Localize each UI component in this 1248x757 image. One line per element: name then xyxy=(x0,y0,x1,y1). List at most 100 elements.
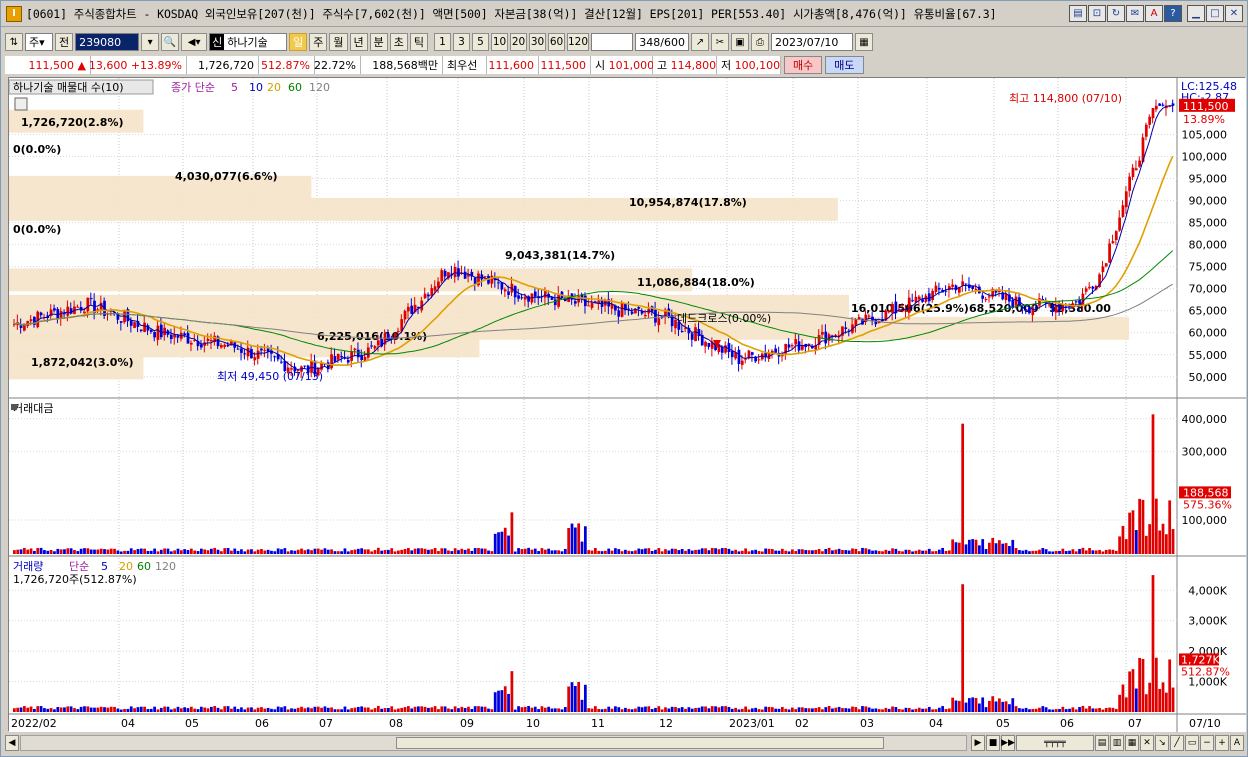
zoom-in-icon[interactable]: + xyxy=(1215,735,1229,751)
interval-custom-input[interactable] xyxy=(591,33,633,51)
close-icon[interactable]: ✕ xyxy=(1225,5,1243,22)
interval-30-button[interactable]: 30 xyxy=(529,33,546,51)
volume-bar xyxy=(480,706,484,712)
zoom-out-icon[interactable]: − xyxy=(1200,735,1214,751)
volume-bar xyxy=(841,708,844,712)
code-input[interactable]: 239080 xyxy=(75,33,140,51)
buy-button[interactable]: 매수 xyxy=(784,56,823,74)
volume-bar xyxy=(563,707,567,712)
zoom-slider[interactable]: ╤╤╤╤ xyxy=(1016,735,1094,751)
help-icon[interactable]: ? xyxy=(1164,5,1182,22)
amount-bar xyxy=(136,549,140,554)
volume-bar xyxy=(323,706,327,712)
interval-120-button[interactable]: 120 xyxy=(567,33,589,51)
compare-icon[interactable]: ▥ xyxy=(1110,735,1124,751)
chart-area[interactable]: 2022/02 04 05 06 07 08 09 10 11 12 2023/01 02 03 04 05… xyxy=(8,77,1246,732)
amount-bar xyxy=(1074,551,1078,554)
indicator-icon[interactable]: ▤ xyxy=(1095,735,1109,751)
amount-bar xyxy=(1061,548,1065,554)
amount-bar xyxy=(96,549,100,554)
volume-bar xyxy=(1054,709,1058,712)
volume-bar xyxy=(801,707,804,712)
fast-forward-icon[interactable]: ▶▶ xyxy=(1001,735,1015,751)
sell-button[interactable]: 매도 xyxy=(825,56,864,74)
period-tick-button[interactable]: 틱 xyxy=(409,33,428,51)
play-icon[interactable]: ▶ xyxy=(971,735,985,751)
line-icon[interactable]: ╱ xyxy=(1170,735,1184,751)
volume-bar xyxy=(189,706,193,712)
scroll-left-icon[interactable]: ◀ xyxy=(5,735,19,751)
save-icon[interactable]: ▣ xyxy=(731,33,749,51)
period-week-button[interactable]: 주 xyxy=(309,33,328,51)
volume-bar xyxy=(523,706,527,712)
stock-name-field[interactable]: 신 하나기술 xyxy=(209,33,288,51)
tools-icon[interactable]: ✂ xyxy=(711,33,729,51)
amount-bar xyxy=(734,549,737,554)
amount-bar xyxy=(1101,551,1105,554)
amount-bar xyxy=(1158,530,1162,554)
volume-bar xyxy=(503,686,507,712)
candle-body xyxy=(440,270,444,282)
period-year-button[interactable]: 년 xyxy=(349,33,368,51)
interval-60-button[interactable]: 60 xyxy=(548,33,565,51)
volume-bar xyxy=(807,708,811,712)
chart-type-icon[interactable]: ↗ xyxy=(691,33,709,51)
candle-body xyxy=(503,289,507,292)
link-icon[interactable]: ⊡ xyxy=(1088,5,1106,22)
volume-bar xyxy=(43,708,46,712)
chart-canvas[interactable]: 2022/02 04 05 06 07 08 09 10 11 12 2023/01 02 03 04 05… xyxy=(9,78,1246,732)
amount-bar xyxy=(246,549,250,554)
minimize-icon[interactable]: ▁ xyxy=(1187,5,1205,22)
box-icon[interactable]: ▭ xyxy=(1185,735,1199,751)
interval-1-button[interactable]: 1 xyxy=(434,33,451,51)
interval-10-button[interactable]: 10 xyxy=(491,33,508,51)
code-dropdown-icon[interactable]: ▾ xyxy=(141,33,160,51)
volume-bar xyxy=(260,707,263,712)
app-icon[interactable]: I xyxy=(6,5,22,22)
alert-icon[interactable]: ✉ xyxy=(1126,5,1144,22)
amount-bar xyxy=(764,548,768,554)
period-day-button[interactable]: 일 xyxy=(289,33,308,51)
trend-icon[interactable]: ↘ xyxy=(1155,735,1169,751)
volume-bar xyxy=(23,706,26,712)
period-minute-button[interactable]: 분 xyxy=(369,33,388,51)
volume-bar xyxy=(226,706,230,712)
stop-icon[interactable]: ■ xyxy=(986,735,1000,751)
interval-3-button[interactable]: 3 xyxy=(453,33,470,51)
refresh-icon[interactable]: ↻ xyxy=(1107,5,1125,22)
amount-bar xyxy=(500,531,504,554)
amount-bar xyxy=(1078,548,1081,554)
cross-icon[interactable]: ✕ xyxy=(1140,735,1154,751)
interval-20-button[interactable]: 20 xyxy=(510,33,527,51)
pin-icon[interactable]: ⇅ xyxy=(5,33,23,51)
speaker-icon[interactable]: ◀▾ xyxy=(181,33,208,51)
maximize-icon[interactable]: □ xyxy=(1206,5,1224,22)
scroll-thumb[interactable] xyxy=(396,737,884,749)
prev-button[interactable]: 전 xyxy=(55,33,74,51)
high-note: 최고 114,800 (07/10) xyxy=(1009,92,1122,105)
period-month-button[interactable]: 월 xyxy=(329,33,348,51)
x-tick-label: 02 xyxy=(795,717,809,730)
open-label: 시 xyxy=(595,59,606,72)
count-input[interactable]: 348/600 xyxy=(635,33,689,51)
period-second-button[interactable]: 초 xyxy=(389,33,408,51)
ma-legend-period: 60 xyxy=(288,81,302,94)
window-list-icon[interactable]: ▤ xyxy=(1069,5,1087,22)
volume-bar xyxy=(971,697,975,712)
print-icon[interactable]: ⎙ xyxy=(751,33,769,51)
volume-bar xyxy=(179,708,183,712)
type-select[interactable]: 주 ▾ xyxy=(25,33,53,51)
settings-icon[interactable]: A xyxy=(1145,5,1163,22)
search-icon[interactable]: 🔍 xyxy=(161,33,180,51)
volume-bar xyxy=(791,707,794,712)
date-input[interactable]: 2023/07/10 xyxy=(771,33,853,51)
scrollbar[interactable] xyxy=(20,735,967,751)
amount-bar xyxy=(1138,498,1142,554)
font-icon[interactable]: A xyxy=(1230,735,1244,751)
calendar-icon[interactable]: ▦ xyxy=(855,33,873,51)
candle-body xyxy=(951,284,955,287)
volume-bar xyxy=(901,709,904,712)
interval-5-button[interactable]: 5 xyxy=(472,33,489,51)
volume-bar xyxy=(109,706,113,712)
grid-icon[interactable]: ▦ xyxy=(1125,735,1139,751)
